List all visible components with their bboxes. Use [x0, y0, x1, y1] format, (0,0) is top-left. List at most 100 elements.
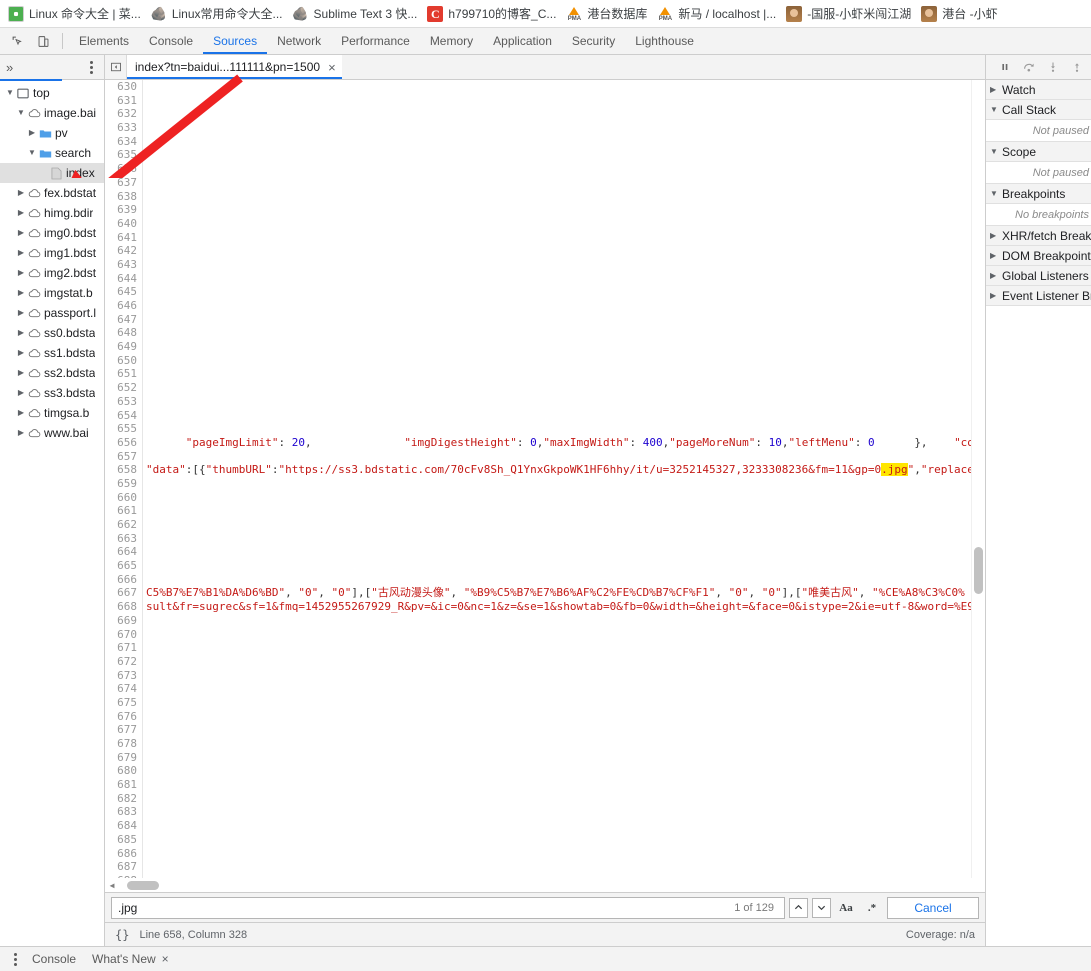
line-number[interactable]: 652 — [105, 381, 143, 395]
line-content[interactable] — [143, 559, 146, 573]
line-number[interactable]: 659 — [105, 476, 143, 491]
line-content[interactable]: "pageImgLimit": 20, "imgDigestHeight": 0… — [143, 436, 971, 450]
line-content[interactable] — [143, 148, 146, 162]
line-number[interactable]: 642 — [105, 244, 143, 258]
tree-item-img1-bdst[interactable]: ▶ img1.bdst — [0, 243, 104, 263]
pretty-print-braces-icon[interactable]: {} — [115, 928, 129, 942]
line-number[interactable]: 685 — [105, 832, 143, 847]
cancel-button[interactable]: Cancel — [887, 896, 979, 919]
line-number[interactable]: 632 — [105, 107, 143, 122]
line-number[interactable]: 667 — [105, 586, 143, 601]
line-number[interactable]: 653 — [105, 394, 143, 409]
match-case-button[interactable]: Aa — [835, 898, 857, 918]
line-number[interactable]: 665 — [105, 559, 143, 573]
line-content[interactable] — [143, 244, 146, 258]
line-content[interactable] — [143, 367, 146, 381]
twisty-right-icon[interactable]: ▶ — [15, 183, 27, 203]
editor-horizontal-scrollbar[interactable]: ◀ — [105, 878, 971, 892]
inspect-element-icon[interactable] — [4, 29, 30, 53]
line-number[interactable]: 643 — [105, 257, 143, 272]
line-number[interactable]: 673 — [105, 668, 143, 683]
line-number[interactable]: 682 — [105, 791, 143, 806]
tree-item-pv[interactable]: ▶ pv — [0, 123, 104, 143]
drawer-more-options-icon[interactable] — [8, 951, 22, 967]
line-number[interactable]: 635 — [105, 148, 143, 163]
line-content[interactable] — [143, 176, 146, 190]
caret-down-icon[interactable]: ▼ — [990, 189, 1002, 198]
line-number[interactable]: 638 — [105, 189, 143, 204]
line-content[interactable]: sult&fr=sugrec&sf=1&fmq=1452955267929_R&… — [143, 600, 971, 614]
line-content[interactable] — [143, 135, 146, 149]
drawer-tab-what-s-new[interactable]: What's New × — [84, 947, 177, 971]
line-number[interactable]: 676 — [105, 709, 143, 724]
scrollbar-thumb-horizontal[interactable] — [127, 880, 159, 890]
line-content[interactable] — [143, 80, 146, 94]
tree-item-index[interactable]: index — [0, 163, 104, 183]
debugger-section-xhr-fetch-breakpoints[interactable]: ▶XHR/fetch Breakpoints — [986, 226, 1091, 246]
bookmark-item[interactable]: PMA 新马 / localhost |... — [653, 3, 782, 25]
tab-sources[interactable]: Sources — [203, 28, 267, 54]
twisty-down-icon[interactable]: ▼ — [26, 143, 38, 163]
twisty-right-icon[interactable]: ▶ — [15, 283, 27, 303]
editor-vertical-scrollbar[interactable] — [971, 80, 985, 878]
line-content[interactable] — [143, 792, 146, 806]
line-content[interactable]: C5%B7%E7%B1%DA%D6%BD", "0", "0"],["古风动漫头… — [143, 586, 965, 600]
line-content[interactable] — [143, 669, 146, 683]
line-number[interactable]: 657 — [105, 449, 143, 464]
debugger-section-call-stack[interactable]: ▼ Call Stack — [986, 100, 1091, 120]
bookmark-item[interactable]: Ch799710的博客_C... — [423, 3, 562, 25]
line-number[interactable]: 636 — [105, 162, 143, 176]
twisty-right-icon[interactable]: ▶ — [15, 303, 27, 323]
tree-item-img0-bdst[interactable]: ▶ img0.bdst — [0, 223, 104, 243]
debugger-section-global-listeners[interactable]: ▶ Global Listeners — [986, 266, 1091, 286]
line-content[interactable] — [143, 203, 146, 217]
line-number[interactable]: 650 — [105, 353, 143, 368]
line-content[interactable] — [143, 764, 146, 778]
step-into-icon[interactable] — [1042, 56, 1064, 78]
line-content[interactable] — [143, 107, 146, 121]
line-number[interactable]: 656 — [105, 435, 143, 450]
search-input-wrapper[interactable]: 1 of 129 — [111, 896, 785, 919]
line-number[interactable]: 678 — [105, 737, 143, 751]
tab-application[interactable]: Application — [483, 28, 562, 54]
scrollbar-thumb[interactable] — [974, 547, 983, 594]
line-content[interactable] — [143, 190, 146, 204]
device-toolbar-icon[interactable] — [30, 29, 56, 53]
tree-item-search[interactable]: ▼ search — [0, 143, 104, 163]
line-number[interactable]: 670 — [105, 627, 143, 642]
line-content[interactable] — [143, 162, 146, 176]
tree-item-img2-bdst[interactable]: ▶ img2.bdst — [0, 263, 104, 283]
bookmark-item[interactable]: 港台 -小虾 — [917, 3, 1003, 25]
line-number[interactable]: 662 — [105, 518, 143, 532]
line-number[interactable]: 658 — [105, 463, 143, 477]
twisty-down-icon[interactable]: ▼ — [4, 83, 16, 103]
line-number[interactable]: 644 — [105, 271, 143, 286]
tree-item-imgstat-b[interactable]: ▶ imgstat.b — [0, 283, 104, 303]
debugger-section-dom-breakpoints[interactable]: ▶ DOM Breakpoints — [986, 246, 1091, 266]
tree-item-ss3-bdsta[interactable]: ▶ ss3.bdsta — [0, 383, 104, 403]
close-icon[interactable]: × — [162, 947, 169, 971]
caret-right-icon[interactable]: ▶ — [990, 291, 1002, 300]
line-content[interactable] — [143, 395, 146, 409]
line-content[interactable] — [143, 751, 146, 765]
line-content[interactable] — [143, 217, 146, 231]
tree-item-ss2-bdsta[interactable]: ▶ ss2.bdsta — [0, 363, 104, 383]
line-number[interactable]: 631 — [105, 93, 143, 108]
twisty-right-icon[interactable]: ▶ — [15, 203, 27, 223]
tab-memory[interactable]: Memory — [420, 28, 483, 54]
line-number[interactable]: 663 — [105, 531, 143, 546]
tree-item-ss0-bdsta[interactable]: ▶ ss0.bdsta — [0, 323, 104, 343]
line-number[interactable]: 664 — [105, 545, 143, 560]
more-options-icon[interactable] — [84, 59, 98, 75]
line-number[interactable]: 686 — [105, 846, 143, 861]
bookmark-item[interactable]: 🪨 Linux常用命令大全... — [147, 3, 289, 25]
tab-lighthouse[interactable]: Lighthouse — [625, 28, 704, 54]
search-next-button[interactable] — [812, 897, 831, 918]
tree-item-ss1-bdsta[interactable]: ▶ ss1.bdsta — [0, 343, 104, 363]
line-number[interactable]: 630 — [105, 80, 143, 94]
line-number[interactable]: 648 — [105, 326, 143, 341]
line-content[interactable] — [143, 285, 146, 299]
caret-right-icon[interactable]: ▶ — [990, 251, 1002, 260]
line-number[interactable]: 640 — [105, 216, 143, 231]
twisty-right-icon[interactable]: ▶ — [26, 123, 38, 143]
